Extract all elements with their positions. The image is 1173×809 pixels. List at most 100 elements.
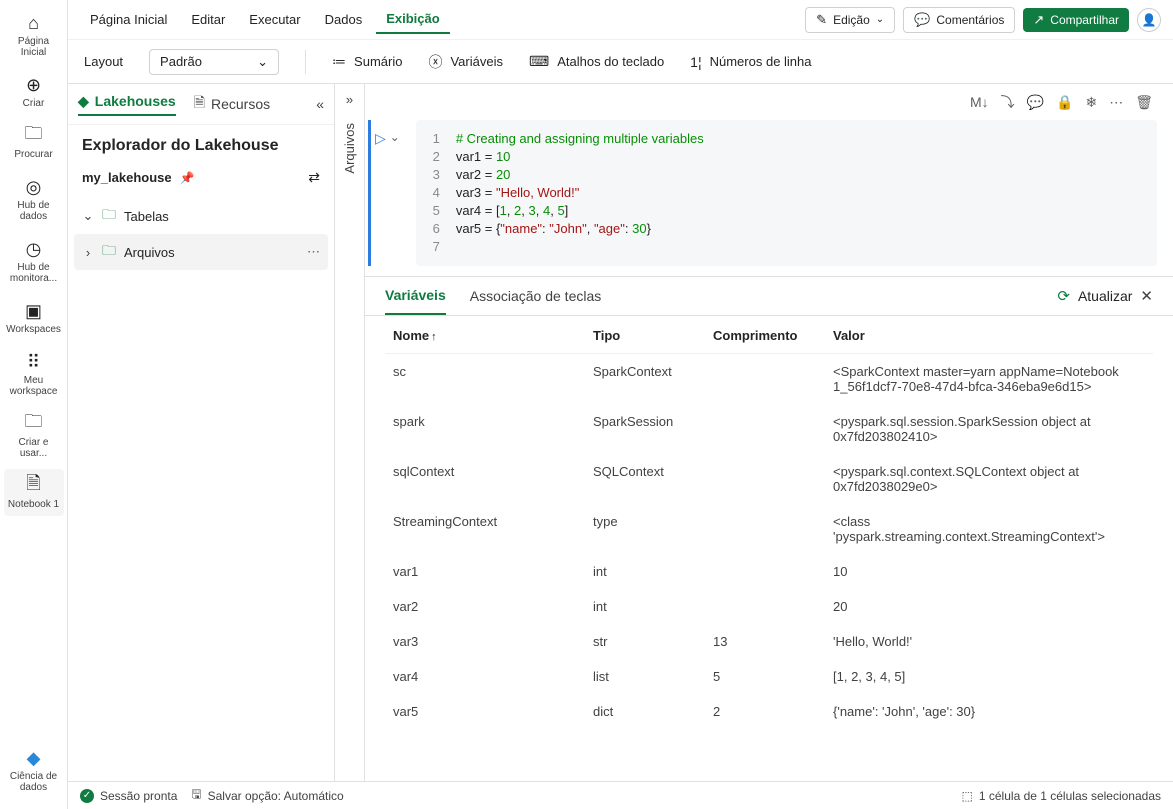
sidebar-item-notebook[interactable]: 🗎 Notebook 1 [4,469,64,516]
code-editor[interactable]: 1234567 # Creating and assigning multipl… [416,120,1157,266]
list-icon: ≔ [332,53,346,70]
keyboard-icon: ⌨ [529,53,549,70]
shortcuts-toggle[interactable]: ⌨ Atalhos do teclado [529,53,664,70]
markdown-toggle-icon[interactable]: M↓ [970,94,989,110]
comment-cell-icon[interactable]: 💬 [1027,94,1044,111]
code-content[interactable]: # Creating and assigning multiple variab… [456,130,704,256]
ribbon-bar: Layout Padrão ⌄ ≔ Sumário ⓧ Variáveis ⌨ … [68,40,1173,84]
menu-view[interactable]: Exibição [376,5,449,34]
chevron-down-icon: ⌄ [257,54,268,70]
layout-label: Layout [84,54,123,69]
expand-right-icon[interactable]: » [346,92,353,107]
varpanel-tab-variables[interactable]: Variáveis [385,287,446,315]
session-status[interactable]: ✓ Sessão pronta [80,789,177,803]
col-length[interactable]: Comprimento [705,316,825,354]
sidebar-label: Procurar [14,149,52,160]
data-science-icon: ◆ [27,747,41,769]
run-cell-icon[interactable]: ▷ [375,130,386,147]
menu-data[interactable]: Dados [315,6,373,33]
run-menu-icon[interactable]: ⌄ [390,130,400,144]
session-status-text: Sessão pronta [100,789,177,803]
sidebar-item-myworkspace[interactable]: ⠿ Meu workspace [4,345,64,403]
chevron-right-icon: › [82,245,94,260]
line-gutter: 1234567 [428,130,440,256]
sidebar-item-datahub[interactable]: ◎ Hub de dados [4,170,64,228]
variables-scroll[interactable]: Nome↑ Tipo Comprimento Valor scSparkCont… [365,316,1173,781]
variable-row[interactable]: sqlContextSQLContext<pyspark.sql.context… [385,454,1153,504]
row-menu-icon[interactable]: ⋯ [307,244,320,260]
collapse-panel-icon[interactable]: « [316,96,324,112]
menu-edit[interactable]: Editar [181,6,235,33]
lock-cell-icon[interactable]: 🔒 [1056,94,1073,111]
edit-mode-button[interactable]: ✎ Edição ⌄ [805,7,895,33]
tree-item-label: Tabelas [124,209,169,224]
summary-toggle[interactable]: ≔ Sumário [332,53,402,70]
more-cell-icon[interactable]: ⋯ [1109,94,1123,111]
status-ok-icon: ✓ [80,789,94,803]
delete-cell-icon[interactable]: 🗑 [1135,94,1153,111]
col-name[interactable]: Nome↑ [385,316,585,354]
user-avatar[interactable]: 👤 [1137,8,1161,32]
comments-button[interactable]: 💬 Comentários [903,7,1015,33]
refresh-label[interactable]: Atualizar [1078,288,1132,304]
sidebar-label: Página Inicial [6,36,62,58]
swap-icon[interactable]: ⇄ [308,169,320,186]
sidebar-item-create[interactable]: ⊕ Criar [4,68,64,115]
comments-label: Comentários [936,13,1004,27]
sidebar-item-monitor[interactable]: ◷ Hub de monitora... [4,232,64,290]
sidebar-label: Criar e usar... [6,437,62,459]
save-status[interactable]: 🖫 Salvar opção: Automático [191,785,343,806]
refresh-icon[interactable]: ⟳ [1057,287,1070,305]
sidebar-item-workspaces[interactable]: ▣ Workspaces [4,294,64,341]
folder-icon: 🗀 [25,125,43,147]
menu-home[interactable]: Página Inicial [80,6,177,33]
explorer-title: Explorador do Lakehouse [68,125,334,161]
selection-icon: ⬚ [962,789,973,803]
plus-circle-icon: ⊕ [26,74,41,96]
variable-row[interactable]: var3str13'Hello, World!' [385,624,1153,659]
app-sidebar: ⌂ Página Inicial ⊕ Criar 🗀 Procurar ◎ Hu… [0,0,68,809]
freeze-cell-icon[interactable]: ❄ [1085,94,1097,111]
tree-item-tables[interactable]: ⌄ 🗀 Tabelas [74,198,328,234]
layout-value: Padrão [160,54,202,69]
sidebar-item-browse[interactable]: 🗀 Procurar [4,119,64,166]
edit-mode-label: Edição [833,13,870,27]
variable-icon: ⓧ [428,52,442,72]
varpanel-tab-keybindings[interactable]: Associação de teclas [470,288,602,314]
variable-row[interactable]: var4list5[1, 2, 3, 4, 5] [385,659,1153,694]
pin-icon[interactable]: 📌 [180,171,195,185]
variable-row[interactable]: sparkSparkSession<pyspark.sql.session.Sp… [385,404,1153,454]
vertical-tab-files[interactable]: Arquivos [342,117,357,180]
variables-toggle[interactable]: ⓧ Variáveis [428,52,503,72]
main-area: Página Inicial Editar Executar Dados Exi… [68,0,1173,809]
menu-run[interactable]: Executar [239,6,310,33]
save-status-text: Salvar opção: Automático [208,789,344,803]
document-icon: 🗎 [194,92,205,116]
sidebar-item-home[interactable]: ⌂ Página Inicial [4,6,64,64]
variable-row[interactable]: StreamingContexttype<class 'pyspark.stre… [385,504,1153,554]
variable-row[interactable]: var1int10 [385,554,1153,589]
col-value[interactable]: Valor [825,316,1153,354]
variable-row[interactable]: var5dict2{'name': 'John', 'age': 30} [385,694,1153,729]
explorer-tab-lakehouses[interactable]: ◆ Lakehouses [78,93,176,116]
share-button[interactable]: ↗ Compartilhar [1023,8,1129,32]
col-type[interactable]: Tipo [585,316,705,354]
sort-asc-icon: ↑ [431,331,437,343]
linenumbers-toggle[interactable]: 1¦ Números de linha [690,54,811,70]
convert-cell-icon[interactable]: ⤵ [1001,92,1015,112]
variable-row[interactable]: var2int20 [385,589,1153,624]
sidebar-item-datascience[interactable]: ◆ Ciência de dados [4,741,64,799]
lakehouse-explorer: ◆ Lakehouses 🗎 Recursos « Explorador do … [68,84,335,781]
workspaces-icon: ▣ [25,300,42,322]
lakehouse-row[interactable]: my_lakehouse 📌 ⇄ [68,161,334,194]
close-panel-icon[interactable]: ✕ [1140,287,1153,305]
sidebar-item-create-use[interactable]: 🗀 Criar e usar... [4,407,64,465]
code-cell[interactable]: ▷ ⌄ 1234567 # Creating and assigning mul… [365,120,1173,276]
explorer-tab-resources[interactable]: 🗎 Recursos [194,92,270,116]
layout-dropdown[interactable]: Padrão ⌄ [149,49,279,75]
editor-column: M↓ ⤵ 💬 🔒 ❄ ⋯ 🗑 ▷ ⌄ 1234567 # Creating an… [365,84,1173,781]
hub-icon: ◎ [26,176,42,198]
tree-item-files[interactable]: › 🗀 Arquivos ⋯ [74,234,328,270]
variable-row[interactable]: scSparkContext<SparkContext master=yarn … [385,354,1153,405]
sidebar-label: Criar [23,98,45,109]
